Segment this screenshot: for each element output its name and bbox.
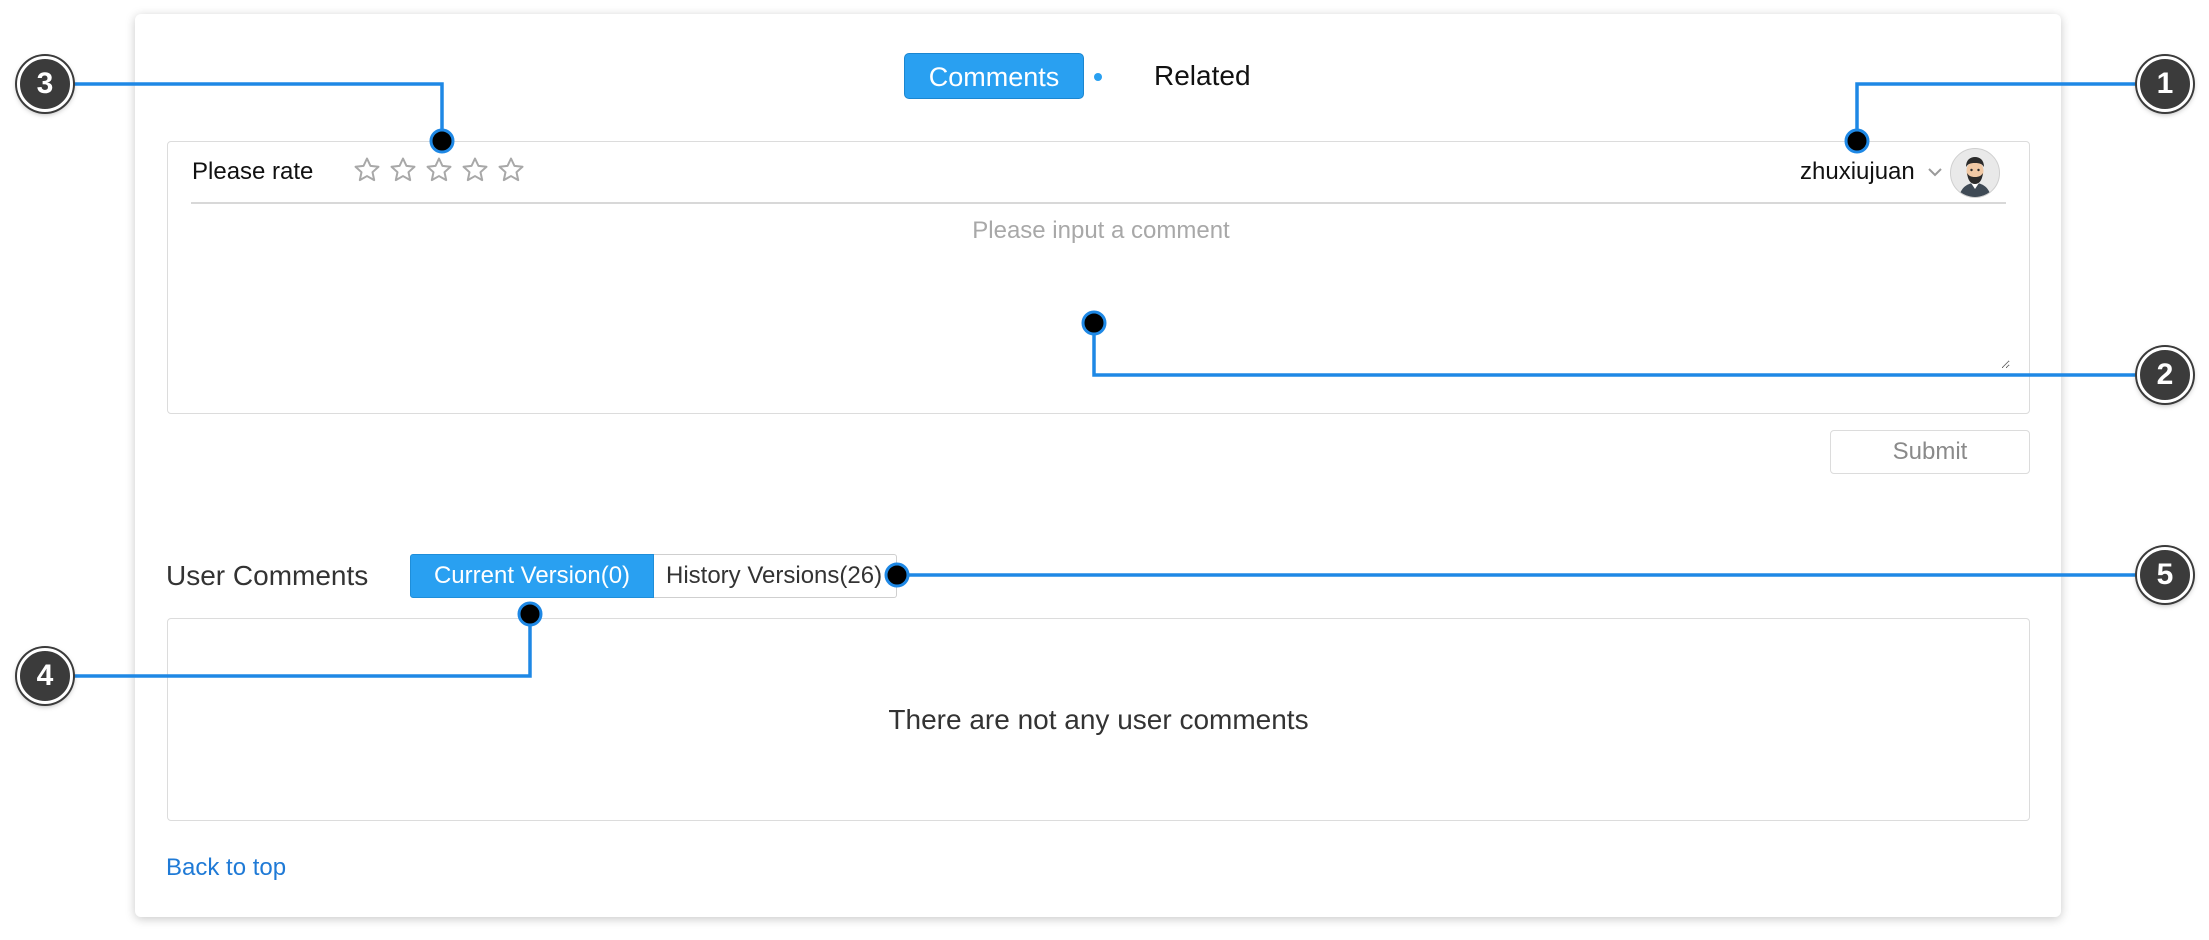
callout-line-4 (45, 614, 532, 678)
callout-anchor-3 (429, 128, 455, 154)
callout-lines (45, 82, 2164, 678)
callout-anchor-1 (1844, 128, 1870, 154)
callout-badge-3: 3 (17, 56, 73, 112)
callout-line-1 (1855, 82, 2164, 140)
callout-badge-5: 5 (2137, 547, 2193, 603)
callout-badge-1: 1 (2137, 56, 2193, 112)
callout-anchor-2 (1081, 310, 1107, 336)
callout-line-3 (45, 82, 444, 141)
callout-badge-2: 2 (2137, 347, 2193, 403)
callout-anchor-4 (517, 601, 543, 627)
callout-badge-4: 4 (17, 648, 73, 704)
callout-anchor-5 (884, 562, 910, 588)
stage: Comments Related Please rate zhuxiujuan … (0, 0, 2209, 940)
callout-line-2 (1092, 323, 2164, 377)
